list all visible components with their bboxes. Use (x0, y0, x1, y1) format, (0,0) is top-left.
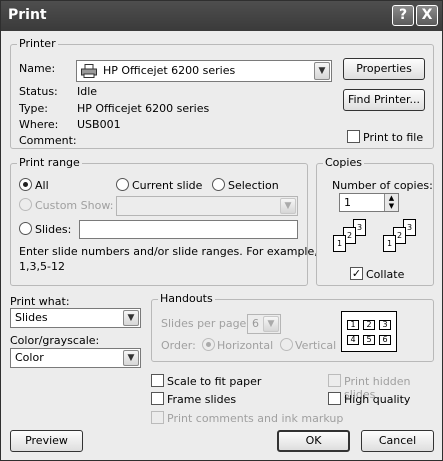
window-title: Print (8, 7, 47, 23)
print-comments-label: Print comments and ink markup (167, 412, 344, 425)
printer-name-label: Name: (19, 62, 56, 75)
find-printer-button[interactable]: Find Printer... (343, 89, 425, 111)
chevron-down-icon[interactable]: ▼ (314, 62, 330, 80)
chevron-down-icon[interactable]: ▼ (123, 310, 139, 326)
collate-label: Collate (366, 268, 405, 281)
print-hidden-checkbox[interactable] (328, 374, 341, 387)
close-button[interactable]: X (416, 5, 438, 26)
color-grayscale-select[interactable]: Color ▼ (10, 348, 141, 368)
handouts-group-label: Handouts (158, 292, 215, 305)
spin-arrows-icon[interactable]: ▲ ▼ (384, 194, 398, 211)
type-label: Type: (19, 102, 48, 115)
horizontal-label: Horizontal (217, 339, 274, 352)
chevron-down-icon[interactable]: ▼ (123, 350, 139, 366)
color-grayscale-value: Color (15, 351, 44, 364)
handout-layout-preview: 1 2 3 4 5 6 (341, 311, 397, 352)
print-what-label: Print what: (10, 295, 70, 308)
chevron-down-icon[interactable]: ▼ (280, 198, 296, 214)
frame-slides-label: Frame slides (167, 393, 237, 406)
slides-hint: Enter slide numbers and/or slide ranges.… (19, 245, 318, 258)
handout-cell: 2 (363, 320, 375, 330)
slides-per-page-label: Slides per page: (161, 317, 251, 330)
custom-show-label: Custom Show: (35, 199, 114, 212)
where-value: USB001 (77, 118, 121, 131)
cancel-button[interactable]: Cancel (361, 430, 434, 452)
all-label: All (35, 179, 49, 192)
print-to-file-checkbox[interactable] (347, 130, 360, 143)
selection-label: Selection (228, 179, 279, 192)
title-bar: Print ? X (1, 1, 442, 31)
selection-radio[interactable] (212, 178, 225, 191)
collate-illustration: 3 2 1 3 2 1 (329, 219, 429, 259)
print-dialog: Print ? X Printer Name: HP Officejet 620… (0, 0, 443, 461)
print-range-group-label: Print range (17, 156, 82, 169)
handout-cell: 1 (347, 320, 359, 330)
printer-icon (81, 64, 97, 78)
chevron-down-icon[interactable]: ▼ (263, 316, 279, 332)
custom-show-select[interactable]: ▼ (116, 196, 298, 216)
copies-group-label: Copies (323, 156, 364, 169)
printer-name-value: HP Officejet 6200 series (103, 64, 236, 77)
slides-label: Slides: (35, 223, 72, 236)
slides-per-page-value: 6 (252, 317, 259, 330)
copies-stepper[interactable]: 1 ▲ ▼ (339, 193, 399, 212)
current-slide-label: Current slide (132, 179, 203, 192)
scale-to-fit-checkbox[interactable] (151, 374, 164, 387)
collate-checkbox[interactable]: ✓ (350, 267, 363, 280)
handout-cell: 3 (379, 320, 391, 330)
print-comments-checkbox[interactable] (151, 411, 164, 424)
printer-group-label: Printer (17, 37, 58, 50)
vertical-radio[interactable] (280, 338, 293, 351)
ok-button[interactable]: OK (277, 430, 350, 452)
handout-cell: 6 (379, 335, 391, 345)
slides-hint-example: 1,3,5-12 (19, 260, 65, 273)
scale-to-fit-label: Scale to fit paper (167, 375, 262, 388)
where-label: Where: (19, 118, 59, 131)
slides-radio[interactable] (19, 222, 32, 235)
status-label: Status: (19, 85, 58, 98)
print-what-select[interactable]: Slides ▼ (10, 308, 141, 328)
custom-show-radio[interactable] (19, 198, 32, 211)
slides-per-page-select[interactable]: 6 ▼ (247, 314, 281, 334)
handout-cell: 4 (347, 335, 359, 345)
high-quality-label: High quality (344, 393, 411, 406)
preview-button[interactable]: Preview (10, 430, 83, 452)
horizontal-radio[interactable] (202, 338, 215, 351)
type-value: HP Officejet 6200 series (77, 102, 210, 115)
comment-label: Comment: (19, 134, 77, 147)
print-to-file-label: Print to file (363, 131, 424, 144)
handout-cell: 5 (363, 335, 375, 345)
color-grayscale-label: Color/grayscale: (10, 334, 100, 347)
slides-input[interactable] (79, 220, 298, 239)
current-slide-radio[interactable] (116, 178, 129, 191)
frame-slides-checkbox[interactable] (151, 392, 164, 405)
properties-button[interactable]: Properties (343, 58, 425, 80)
vertical-label: Vertical (295, 339, 337, 352)
printer-name-select[interactable]: HP Officejet 6200 series ▼ (76, 60, 332, 82)
high-quality-checkbox[interactable] (328, 392, 341, 405)
page-icon: 1 (383, 235, 396, 252)
page-icon: 1 (333, 235, 346, 252)
order-label: Order: (161, 339, 196, 352)
print-what-value: Slides (15, 311, 48, 324)
number-of-copies-label: Number of copies: (332, 179, 433, 192)
copies-value: 1 (344, 196, 351, 209)
status-value: Idle (77, 85, 98, 98)
help-button[interactable]: ? (392, 5, 414, 26)
all-radio[interactable] (19, 178, 32, 191)
